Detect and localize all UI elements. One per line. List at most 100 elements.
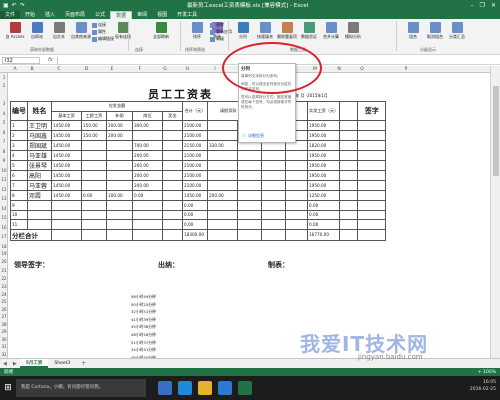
- cell-bonus[interactable]: [162, 219, 183, 230]
- cell-no[interactable]: 6: [10, 170, 28, 181]
- cell-actual[interactable]: 0.00: [306, 209, 341, 220]
- sheet-next-icon[interactable]: ▶: [10, 361, 20, 367]
- cell-position[interactable]: 200.00: [132, 170, 163, 181]
- cell-total[interactable]: 2100.00: [182, 170, 208, 181]
- cell-empty[interactable]: [237, 190, 262, 201]
- cell-no[interactable]: 4: [10, 150, 28, 161]
- cell-empty[interactable]: [237, 200, 262, 211]
- cell-bonus[interactable]: [162, 140, 183, 151]
- cell-subsidy[interactable]: [106, 140, 133, 151]
- row-header[interactable]: 18: [0, 244, 8, 249]
- cell-total[interactable]: 0.00: [182, 209, 208, 220]
- cell-actual[interactable]: 1950.00: [306, 170, 341, 181]
- edge-browser-icon[interactable]: [178, 381, 192, 395]
- cell-total[interactable]: 0.00: [182, 200, 208, 211]
- time-list-item[interactable]: 41小时39分钟: [131, 316, 156, 324]
- row-header[interactable]: 3: [0, 101, 8, 106]
- cell-empty[interactable]: [285, 190, 308, 201]
- cell-bonus[interactable]: [162, 170, 183, 181]
- cell-seniority[interactable]: [81, 180, 107, 191]
- ribbon-small-button-1[interactable]: 属性: [92, 29, 106, 35]
- more-info-link[interactable]: ⓘ 详细信息: [242, 133, 264, 139]
- row-header[interactable]: 17: [0, 234, 8, 239]
- cell-empty[interactable]: [339, 209, 359, 220]
- cell-empty[interactable]: [357, 219, 387, 230]
- row-header[interactable]: 20: [0, 259, 8, 264]
- tab-data[interactable]: 数据: [110, 11, 133, 19]
- cell-bonus[interactable]: [162, 150, 183, 161]
- cell-subsidy[interactable]: 200.00: [106, 120, 133, 131]
- cell-empty[interactable]: [339, 120, 359, 131]
- row-header[interactable]: 23: [0, 284, 8, 289]
- row-header[interactable]: 28: [0, 322, 8, 327]
- ribbon-small-button-3[interactable]: 清除: [210, 22, 224, 28]
- cell-empty[interactable]: [285, 200, 308, 211]
- cell-empty[interactable]: [51, 228, 82, 241]
- file-explorer-icon[interactable]: [198, 381, 212, 395]
- cell-seniority[interactable]: [81, 170, 107, 181]
- cell-deduct[interactable]: 330.00: [207, 140, 238, 151]
- ribbon-button-14[interactable]: 组合: [402, 22, 424, 40]
- ribbon-button-4[interactable]: 现有连接: [112, 22, 134, 40]
- row-header[interactable]: 24: [0, 292, 8, 297]
- cell-actual[interactable]: 0.00: [306, 200, 341, 211]
- cell-position[interactable]: 200.00: [132, 160, 163, 171]
- cell-seniority[interactable]: 150.00: [81, 120, 107, 131]
- cell-subsidy[interactable]: 100.00: [106, 190, 133, 201]
- cell-no[interactable]: 5: [10, 160, 28, 171]
- add-sheet-button[interactable]: +: [76, 360, 91, 367]
- cell-empty[interactable]: [261, 180, 286, 191]
- cell-name[interactable]: [27, 209, 52, 220]
- cell-empty[interactable]: [357, 180, 387, 191]
- cell-seniority[interactable]: [81, 209, 107, 220]
- row-header[interactable]: 26: [0, 307, 8, 312]
- time-list-item[interactable]: 50小时25分钟: [131, 301, 156, 309]
- cell-no[interactable]: 11: [10, 219, 28, 230]
- total-actual[interactable]: 16770.00: [306, 228, 341, 241]
- cell-deduct[interactable]: [207, 160, 238, 171]
- close-button[interactable]: ✕: [491, 2, 496, 9]
- ribbon-button-9[interactable]: 快速填充: [254, 22, 276, 40]
- cell-deduct[interactable]: [207, 180, 238, 191]
- cell-deduct[interactable]: [207, 200, 238, 211]
- cell-empty[interactable]: [81, 228, 107, 241]
- tab-review[interactable]: 审阅: [132, 11, 152, 19]
- fx-icon[interactable]: fx: [48, 57, 53, 63]
- row-header[interactable]: 6: [0, 130, 8, 135]
- cell-name[interactable]: 马亚雄: [27, 150, 52, 161]
- time-list-item[interactable]: 48小时26分钟: [131, 331, 156, 339]
- row-header[interactable]: 7: [0, 139, 8, 144]
- row-header[interactable]: 31: [0, 344, 8, 349]
- column-header-e[interactable]: E: [99, 66, 125, 73]
- cell-empty[interactable]: [285, 180, 308, 191]
- cell-empty[interactable]: [285, 219, 308, 230]
- cell-empty[interactable]: [339, 130, 359, 141]
- cell-deduct[interactable]: [207, 120, 238, 131]
- cell-actual[interactable]: 1950.00: [306, 120, 341, 131]
- cell-bonus[interactable]: [162, 200, 183, 211]
- cell-deduct[interactable]: [207, 130, 238, 141]
- ribbon-button-8[interactable]: 分列: [232, 22, 254, 40]
- cell-seniority[interactable]: [81, 200, 107, 211]
- ribbon-button-16[interactable]: 分类汇总: [446, 22, 468, 40]
- cell-empty[interactable]: [357, 228, 387, 241]
- cell-total[interactable]: 1450.00: [182, 190, 208, 201]
- cell-base[interactable]: [51, 200, 82, 211]
- row-header[interactable]: 21: [0, 268, 8, 273]
- cell-bonus[interactable]: [162, 190, 183, 201]
- column-header-n[interactable]: N: [330, 66, 348, 73]
- cell-empty[interactable]: [357, 160, 387, 171]
- cell-position[interactable]: 300.00: [132, 120, 163, 131]
- cell-subsidy[interactable]: 200.00: [106, 130, 133, 141]
- row-header[interactable]: 4: [0, 111, 8, 116]
- cell-name[interactable]: [27, 219, 52, 230]
- cell-actual[interactable]: 0.00: [306, 219, 341, 230]
- restore-button[interactable]: ❐: [480, 2, 485, 9]
- cell-empty[interactable]: [339, 160, 359, 171]
- column-header-f[interactable]: F: [125, 66, 155, 73]
- cell-empty[interactable]: [237, 228, 262, 241]
- cell-position[interactable]: 200.00: [132, 150, 163, 161]
- row-header[interactable]: 5: [0, 120, 8, 125]
- cell-empty[interactable]: [339, 170, 359, 181]
- cell-empty[interactable]: [285, 228, 308, 241]
